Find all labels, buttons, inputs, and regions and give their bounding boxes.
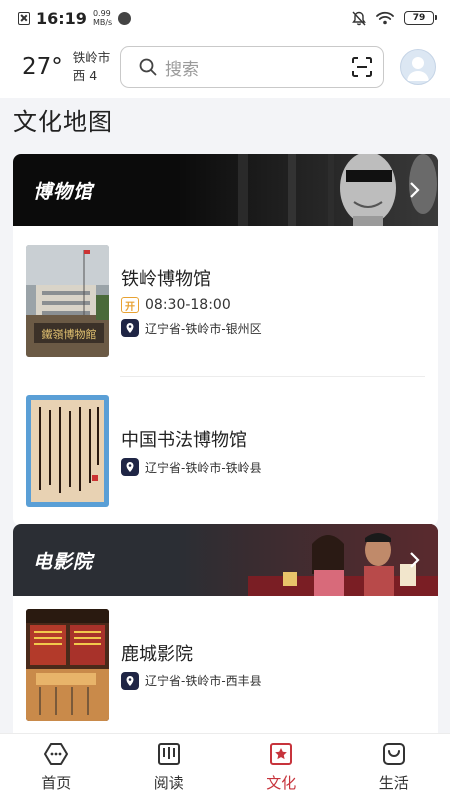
weather-wind: 西 4 xyxy=(72,68,98,83)
item-name: 中国书法博物馆 xyxy=(121,430,247,451)
museum-section-card: 博物馆 鐵嶺博物館 铁岭博物馆 开 08:30-18:00 辽宁省-铁岭市-银州… xyxy=(13,154,438,526)
svg-text:鐵嶺博物館: 鐵嶺博物館 xyxy=(42,327,97,341)
item-name: 鹿城影院 xyxy=(121,643,193,665)
tab-home-label: 首页 xyxy=(41,774,72,792)
location-pin-icon xyxy=(121,458,139,476)
home-chat-icon xyxy=(44,743,69,765)
calligraphy-image xyxy=(26,395,109,507)
cinema-couple-banner-image xyxy=(178,524,438,596)
open-badge: 开 xyxy=(121,297,139,313)
tab-culture-label: 文化 xyxy=(266,774,297,792)
weather-widget[interactable]: 27° 铁岭市 西 4 xyxy=(22,49,116,85)
location-pin-icon xyxy=(121,671,139,690)
item-address: 辽宁省-铁岭市-铁岭县 xyxy=(145,460,262,475)
section-title: 电影院 xyxy=(33,550,94,573)
search-icon xyxy=(139,58,157,76)
search-input[interactable]: 搜索 xyxy=(165,55,351,80)
book-icon xyxy=(157,743,180,765)
status-bar: 16:19 0.99 MB/s 79 xyxy=(0,0,450,36)
temperature: 27° xyxy=(22,54,63,80)
cinema-lobby-image xyxy=(26,608,109,721)
x-notification-icon xyxy=(18,11,30,25)
address-row: 辽宁省-铁岭市-银州区 xyxy=(121,319,262,337)
list-item[interactable]: 鹿城影院 辽宁省-铁岭市-西丰县 xyxy=(13,596,438,733)
section-title: 博物馆 xyxy=(33,180,94,203)
culture-star-icon xyxy=(270,743,293,765)
top-header: 27° 铁岭市 西 4 搜索 xyxy=(0,36,450,98)
search-bar[interactable]: 搜索 xyxy=(120,46,384,88)
chevron-right-icon xyxy=(410,182,420,198)
item-name: 铁岭博物馆 xyxy=(121,269,211,290)
list-item[interactable]: 鐵嶺博物館 铁岭博物馆 开 08:30-18:00 辽宁省-铁岭市-银州区 xyxy=(13,226,438,376)
tab-life[interactable]: 生活 xyxy=(338,734,450,800)
avatar[interactable] xyxy=(400,49,436,85)
bottom-nav: 首页 阅读 文化 生活 xyxy=(0,733,450,800)
app-dot-icon xyxy=(118,11,132,25)
weather-city: 铁岭市 xyxy=(72,50,111,65)
museum-building-image: 鐵嶺博物館 xyxy=(26,245,109,357)
mute-bell-icon xyxy=(352,11,366,25)
battery-icon: 79 xyxy=(404,11,437,25)
net-speed: 0.99 MB/s xyxy=(93,9,112,27)
tab-home[interactable]: 首页 xyxy=(0,734,113,800)
item-address: 辽宁省-铁岭市-银州区 xyxy=(145,321,262,336)
tab-read[interactable]: 阅读 xyxy=(113,734,226,800)
avatar-icon xyxy=(407,57,429,81)
cinema-section-card: 电影院 鹿城影院 辽宁省-铁岭市-西丰县 xyxy=(13,524,438,733)
item-info: 铁岭博物馆 开 08:30-18:00 辽宁省-铁岭市-银州区 xyxy=(121,265,262,337)
tab-read-label: 阅读 xyxy=(153,774,184,792)
status-time: 16:19 xyxy=(36,8,87,28)
museum-banner[interactable]: 博物馆 xyxy=(13,154,438,226)
statue-banner-image xyxy=(178,154,438,226)
location-pin-icon xyxy=(121,319,139,337)
wifi-icon xyxy=(376,11,394,25)
item-address: 辽宁省-铁岭市-西丰县 xyxy=(145,674,262,688)
scan-icon[interactable] xyxy=(351,56,373,78)
hours-row: 开 08:30-18:00 xyxy=(121,297,262,313)
weather-info: 铁岭市 西 4 xyxy=(73,49,111,85)
net-speed-unit: MB/s xyxy=(92,18,113,27)
opening-hours: 08:30-18:00 xyxy=(145,297,231,313)
page-title: 文化地图 xyxy=(13,108,113,136)
list-item[interactable]: 中国书法博物馆 辽宁省-铁岭市-铁岭县 xyxy=(13,376,438,526)
tab-life-label: 生活 xyxy=(378,774,409,792)
item-info: 鹿城影院 辽宁省-铁岭市-西丰县 xyxy=(121,640,262,690)
tab-culture[interactable]: 文化 xyxy=(225,734,338,800)
cinema-banner[interactable]: 电影院 xyxy=(13,524,438,596)
address-row: 辽宁省-铁岭市-铁岭县 xyxy=(121,458,262,476)
net-speed-value: 0.99 xyxy=(92,9,111,18)
life-bag-icon xyxy=(382,743,405,765)
address-row: 辽宁省-铁岭市-西丰县 xyxy=(121,671,262,690)
chevron-right-icon xyxy=(410,552,420,568)
item-info: 中国书法博物馆 辽宁省-铁岭市-铁岭县 xyxy=(121,426,262,476)
